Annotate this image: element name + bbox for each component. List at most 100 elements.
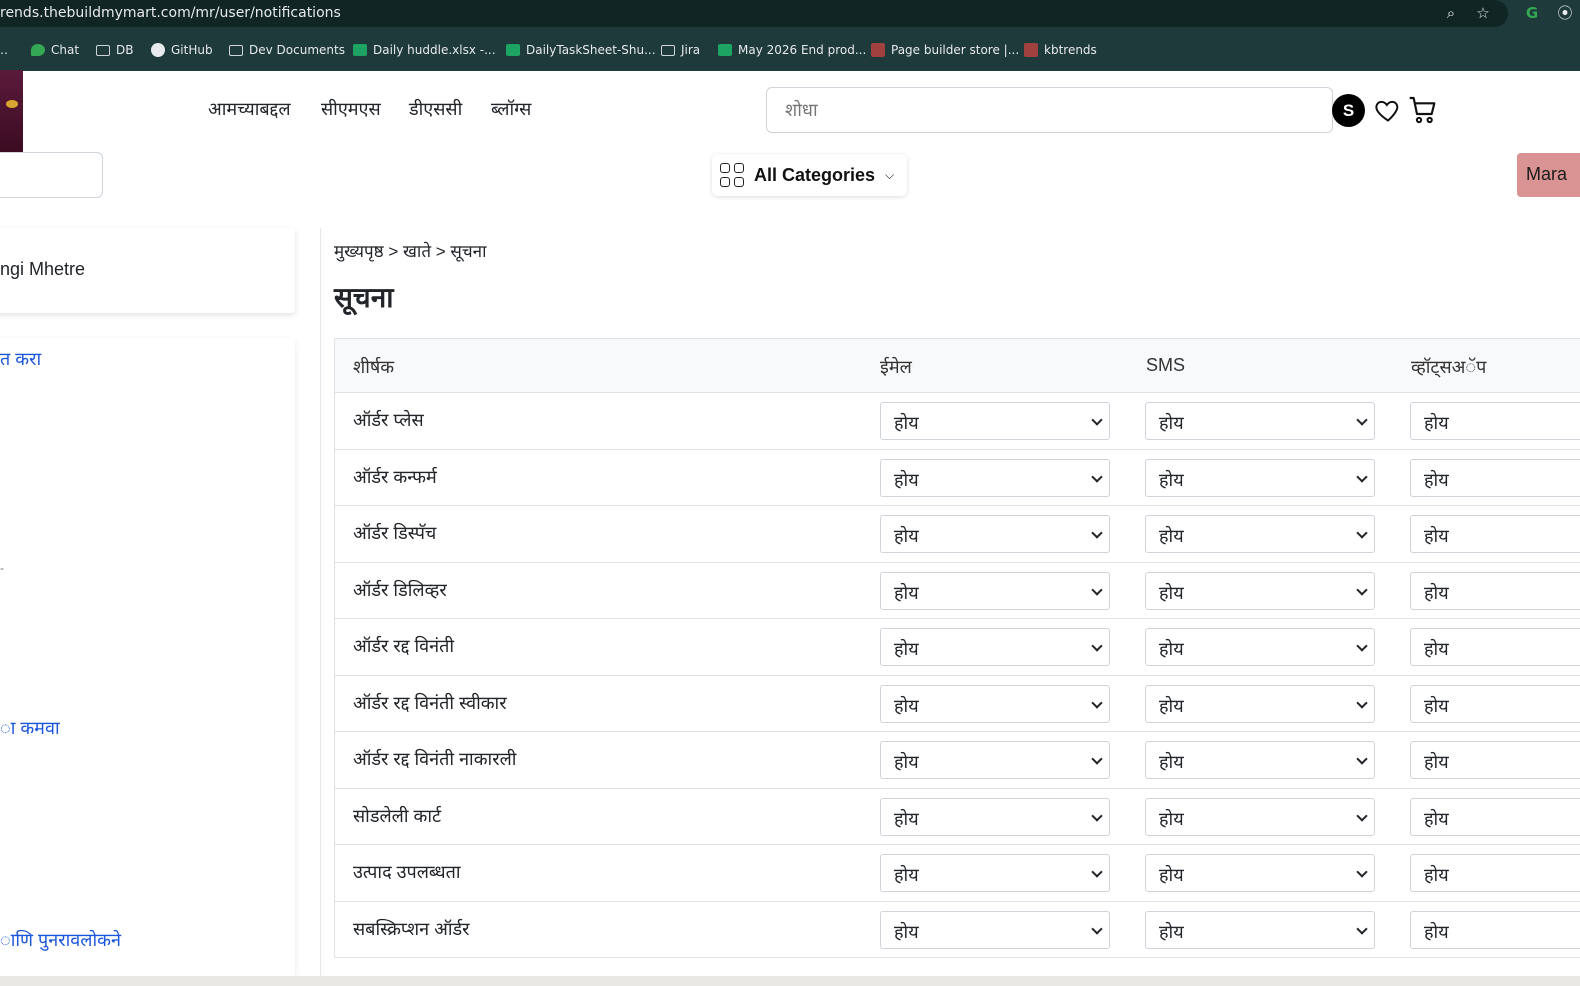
select-value: होय: [1424, 413, 1449, 433]
bookmark-page-builder[interactable]: Page builder store |...: [871, 41, 1019, 59]
email-select[interactable]: होय: [880, 854, 1110, 892]
grammarly-icon[interactable]: G: [1523, 4, 1541, 22]
sheets-icon: [718, 44, 732, 56]
email-select[interactable]: होय: [880, 628, 1110, 666]
zoom-icon[interactable]: ⌕: [1442, 4, 1460, 22]
sms-select[interactable]: होय: [1145, 684, 1375, 723]
github-icon: [151, 43, 165, 57]
notification-title: ऑर्डर रद्द विनंती स्वीकार: [353, 692, 507, 713]
select-value: होय: [1424, 808, 1449, 829]
notification-title: ऑर्डर डिस्पॅच: [353, 523, 437, 543]
email-select[interactable]: होय: [880, 741, 1110, 779]
bookmark-jira[interactable]: Jira: [661, 41, 700, 59]
avatar[interactable]: S: [1332, 94, 1365, 127]
nav-about[interactable]: आमच्याबद्दल: [208, 97, 291, 121]
notification-title: ऑर्डर प्लेस: [353, 410, 424, 430]
email-select[interactable]: होय: [880, 515, 1110, 553]
table-row: ऑर्डर कन्फर्म होय होय होय: [335, 449, 1580, 506]
sms-select[interactable]: होय: [1145, 797, 1375, 836]
whatsapp-select[interactable]: होय: [1410, 628, 1580, 666]
select-value: होय: [1159, 808, 1184, 829]
nav-blogs[interactable]: ब्लॉग्स: [491, 97, 531, 121]
menu-link-1[interactable]: त करा: [0, 347, 41, 371]
bookmark-kbtrends[interactable]: kbtrends: [1024, 41, 1097, 59]
table-row: सोडलेली कार्ट होय होय होय: [335, 788, 1580, 845]
url-field[interactable]: rends.thebuildmymart.com/mr/user/notific…: [0, 0, 1508, 27]
bookmark-truncated[interactable]: …: [0, 41, 8, 59]
sms-select[interactable]: होय: [1145, 571, 1375, 610]
bookmark-github[interactable]: GitHub: [151, 41, 213, 59]
sms-select[interactable]: होय: [1145, 515, 1375, 553]
whatsapp-select[interactable]: होय: [1410, 910, 1580, 949]
select-value: होय: [894, 639, 919, 659]
menu-link-reviews[interactable]: ाणि पुनरावलोकने: [0, 928, 121, 952]
heart-icon[interactable]: [1374, 96, 1402, 124]
email-select[interactable]: होय: [880, 571, 1110, 610]
sms-select[interactable]: होय: [1145, 458, 1375, 497]
bookmark-chat[interactable]: Chat: [31, 41, 79, 59]
whatsapp-select[interactable]: होय: [1410, 741, 1580, 779]
select-value: होय: [1424, 865, 1449, 885]
email-select[interactable]: होय: [880, 458, 1110, 497]
whatsapp-select[interactable]: होय: [1410, 797, 1580, 836]
sms-select[interactable]: होय: [1145, 741, 1375, 779]
whatsapp-select[interactable]: होय: [1410, 571, 1580, 610]
whatsapp-select[interactable]: होय: [1410, 515, 1580, 553]
bookmark-daily-task-sheet[interactable]: DailyTaskSheet-Shu...: [506, 41, 656, 59]
table-row: सबस्क्रिप्शन ऑर्डर होय होय होय: [335, 901, 1580, 957]
bookmark-dev-documents[interactable]: Dev Documents: [229, 41, 345, 59]
chevron-down-icon: ⌵: [885, 167, 895, 182]
email-select[interactable]: होय: [880, 402, 1110, 440]
chevron-down-icon: [1091, 753, 1103, 765]
select-value: होय: [1159, 639, 1184, 659]
menu-link-2[interactable]: ा कमवा: [0, 716, 60, 740]
email-select[interactable]: होय: [880, 797, 1110, 836]
notification-title: सबस्क्रिप्शन ऑर्डर: [353, 918, 470, 939]
whatsapp-select[interactable]: होय: [1410, 854, 1580, 892]
bookmark-daily-huddle[interactable]: Daily huddle.xlsx -...: [353, 41, 496, 59]
star-icon[interactable]: ☆: [1474, 4, 1492, 22]
sms-select[interactable]: होय: [1145, 910, 1375, 949]
bookmark-db[interactable]: DB: [96, 41, 133, 59]
column-header-whatsapp: व्हॉट्सअॅप: [1411, 357, 1487, 377]
select-value: होय: [894, 865, 919, 885]
select-value: होय: [1424, 526, 1449, 546]
select-value: होय: [1159, 413, 1184, 433]
column-header-sms: SMS: [1146, 355, 1186, 375]
whatsapp-select[interactable]: होय: [1410, 684, 1580, 723]
chevron-down-icon: [1091, 583, 1103, 596]
site-icon: [871, 43, 885, 57]
sms-select[interactable]: होय: [1145, 402, 1375, 440]
extensions-icon[interactable]: ⦿: [1556, 4, 1574, 22]
whatsapp-select[interactable]: होय: [1410, 458, 1580, 497]
email-select[interactable]: होय: [880, 910, 1110, 949]
all-categories-button[interactable]: All Categories ⌵: [712, 154, 907, 196]
breadcrumb: मुख्यपृष्ठ > खाते > सूचना: [334, 242, 487, 261]
email-select[interactable]: होय: [880, 684, 1110, 723]
sms-select[interactable]: होय: [1145, 854, 1375, 892]
search-input[interactable]: [766, 87, 1333, 133]
select-value: होय: [1424, 639, 1449, 659]
table-row: ऑर्डर रद्द विनंती स्वीकार होय होय होय: [335, 675, 1580, 732]
select-value: होय: [1159, 469, 1184, 490]
chevron-down-icon: [1356, 527, 1368, 539]
sms-select[interactable]: होय: [1145, 628, 1375, 666]
select-value: होय: [1424, 752, 1449, 772]
nav-cms[interactable]: सीएमएस: [321, 97, 381, 121]
whatsapp-select[interactable]: होय: [1410, 402, 1580, 440]
site-logo[interactable]: [0, 70, 23, 152]
select-value: होय: [894, 582, 919, 603]
chevron-down-icon: [1356, 470, 1368, 483]
language-button[interactable]: Mara: [1517, 153, 1580, 197]
column-header-email: ईमेल: [880, 357, 912, 377]
select-value: होय: [1424, 582, 1449, 603]
select-value: होय: [1159, 526, 1184, 546]
chevron-down-icon: [1091, 527, 1103, 539]
location-input[interactable]: [0, 152, 103, 198]
bookmark-may-2026[interactable]: May 2026 End prod...: [718, 41, 866, 59]
notification-title: सोडलेली कार्ट: [353, 805, 442, 826]
cart-icon[interactable]: [1407, 94, 1439, 126]
select-value: होय: [894, 413, 919, 433]
chevron-down-icon: [1091, 470, 1103, 483]
nav-dsc[interactable]: डीएससी: [409, 97, 462, 121]
